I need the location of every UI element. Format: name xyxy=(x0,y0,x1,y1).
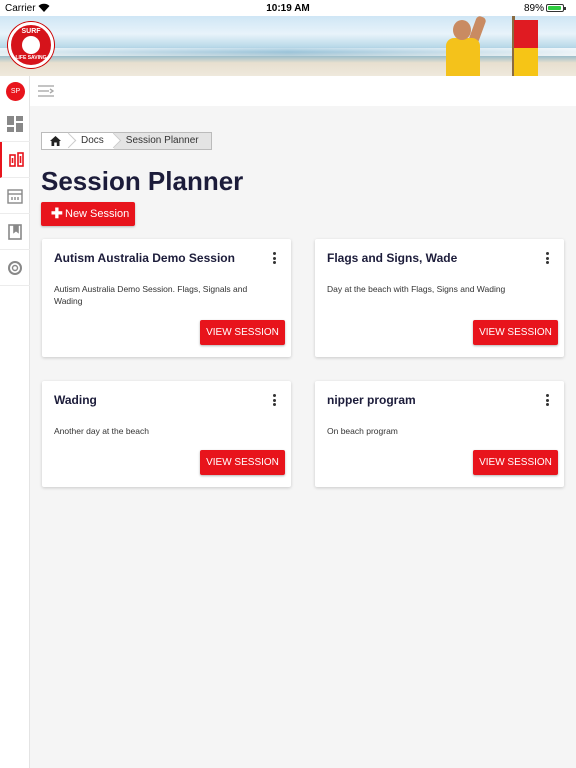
lifeguard-image xyxy=(438,16,508,76)
sidebar-item-help[interactable] xyxy=(0,250,30,286)
breadcrumb-session-planner: Session Planner xyxy=(113,133,211,149)
page-title: Session Planner xyxy=(41,166,244,196)
menu-toggle-icon[interactable] xyxy=(38,84,54,98)
session-title: nipper program xyxy=(327,393,416,407)
logo-text-bottom: LIFE SAVING xyxy=(15,55,47,61)
battery-icon xyxy=(546,4,566,12)
session-card: Wading Another day at the beach VIEW SES… xyxy=(42,381,291,487)
plus-icon: ✚ xyxy=(51,205,63,221)
header-banner: SURF LIFE SAVING xyxy=(0,16,576,76)
more-options-icon[interactable] xyxy=(273,252,277,264)
session-planner-icon xyxy=(9,152,24,167)
status-bar: Carrier 10:19 AM 89% xyxy=(0,0,576,16)
breadcrumb-docs-label: Docs xyxy=(81,135,104,146)
session-title: Flags and Signs, Wade xyxy=(327,251,458,265)
user-avatar[interactable]: SP xyxy=(6,82,25,101)
building-icon xyxy=(7,189,23,204)
session-description: Another day at the beach xyxy=(54,426,149,436)
sidebar-item-library[interactable] xyxy=(0,214,30,250)
book-icon xyxy=(8,224,22,240)
session-card: nipper program On beach program VIEW SES… xyxy=(315,381,564,487)
view-session-button[interactable]: VIEW SESSION xyxy=(200,320,285,345)
sidebar-item-dashboard[interactable] xyxy=(0,106,30,142)
clock: 10:19 AM xyxy=(266,3,310,14)
surf-life-saving-logo[interactable]: SURF LIFE SAVING xyxy=(8,22,54,68)
breadcrumb: Docs Session Planner xyxy=(41,132,212,150)
beach-flag-image xyxy=(514,20,538,76)
session-title: Wading xyxy=(54,393,97,407)
more-options-icon[interactable] xyxy=(546,394,550,406)
more-options-icon[interactable] xyxy=(546,252,550,264)
session-description: Day at the beach with Flags, Signs and W… xyxy=(327,284,506,294)
session-card: Autism Australia Demo Session Autism Aus… xyxy=(42,239,291,357)
view-session-button[interactable]: VIEW SESSION xyxy=(473,320,558,345)
breadcrumb-home[interactable] xyxy=(42,132,77,149)
session-description: Autism Australia Demo Session. Flags, Si… xyxy=(54,284,248,306)
session-title: Autism Australia Demo Session xyxy=(54,251,235,265)
more-options-icon[interactable] xyxy=(273,394,277,406)
battery-percentage: 89% xyxy=(524,3,545,14)
top-bar xyxy=(30,76,576,106)
lifebuoy-icon xyxy=(8,261,22,275)
new-session-label: New Session xyxy=(65,208,130,220)
dashboard-icon xyxy=(7,116,23,132)
view-session-button[interactable]: VIEW SESSION xyxy=(473,450,558,475)
home-icon xyxy=(50,136,61,146)
sidebar-item-session-planner[interactable] xyxy=(0,142,30,178)
sidebar: SP xyxy=(0,76,30,768)
view-session-button[interactable]: VIEW SESSION xyxy=(200,450,285,475)
breadcrumb-current-label: Session Planner xyxy=(125,135,199,146)
session-description: On beach program xyxy=(327,426,398,436)
sidebar-item-facilities[interactable] xyxy=(0,178,30,214)
session-card: Flags and Signs, Wade Day at the beach w… xyxy=(315,239,564,357)
logo-text-top: SURF xyxy=(21,28,41,35)
new-session-button[interactable]: ✚ New Session xyxy=(41,202,135,226)
